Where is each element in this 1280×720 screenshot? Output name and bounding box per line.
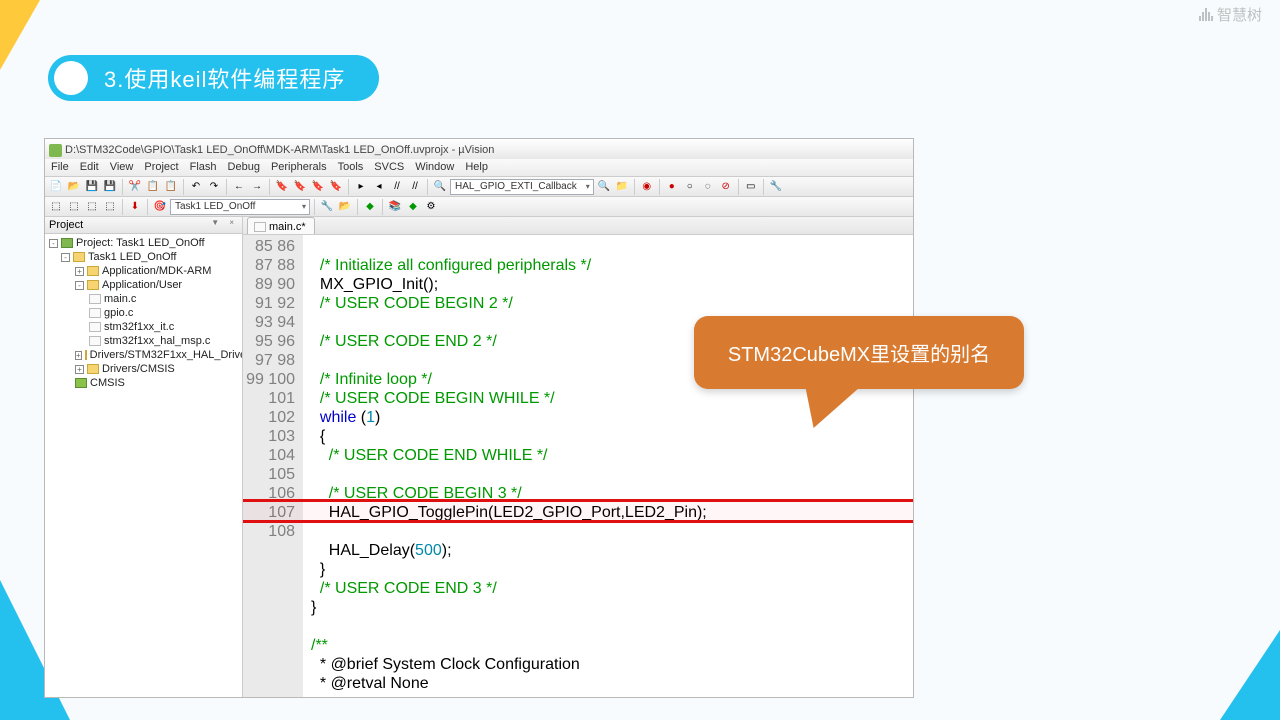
callout-tail xyxy=(786,386,862,428)
menu-help[interactable]: Help xyxy=(465,161,488,176)
indent-icon[interactable]: ▸ xyxy=(353,179,369,195)
find-next-icon[interactable]: 🔍 xyxy=(596,179,612,195)
tree-file-mspc[interactable]: stm32f1xx_hal_msp.c xyxy=(47,334,242,348)
menu-tools[interactable]: Tools xyxy=(338,161,364,176)
menu-flash[interactable]: Flash xyxy=(190,161,217,176)
bookmark-clear-icon[interactable]: 🔖 xyxy=(328,179,344,195)
code-content[interactable]: /* Initialize all configured peripherals… xyxy=(303,235,913,697)
copy-icon[interactable]: 📋 xyxy=(145,179,161,195)
menu-window[interactable]: Window xyxy=(415,161,454,176)
tree-file-gpioc[interactable]: gpio.c xyxy=(47,306,242,320)
tree-group-hal[interactable]: +Drivers/STM32F1xx_HAL_Driver xyxy=(47,348,242,362)
bookmark-icon[interactable]: 🔖 xyxy=(274,179,290,195)
undo-icon[interactable]: ↶ xyxy=(188,179,204,195)
bookmark-prev-icon[interactable]: 🔖 xyxy=(292,179,308,195)
tab-label: main.c* xyxy=(269,221,306,233)
download-icon[interactable]: ⬇ xyxy=(127,199,143,215)
editor-tab-mainc[interactable]: main.c* xyxy=(247,217,315,234)
menu-view[interactable]: View xyxy=(110,161,134,176)
pack-installer-icon[interactable]: ◆ xyxy=(405,199,421,215)
editor: main.c* 85 86 87 88 89 90 91 92 93 94 95… xyxy=(243,217,913,697)
toolbar-1: 📄 📂 💾 💾 ✂️ 📋 📋 ↶ ↷ ← → 🔖 🔖 🔖 🔖 ▸ ◂ // //… xyxy=(45,177,913,197)
rebuild-icon[interactable]: ⬚ xyxy=(84,199,100,215)
build-icon[interactable]: ⬚ xyxy=(66,199,82,215)
target-combo[interactable]: Task1 LED_OnOff xyxy=(170,199,310,215)
corner-accent-tl xyxy=(0,0,40,70)
project-panel[interactable]: Project -Project: Task1 LED_OnOff -Task1… xyxy=(45,217,243,697)
tree-group-cmsis2[interactable]: CMSIS xyxy=(47,376,242,390)
tree-group-cmsis[interactable]: +Drivers/CMSIS xyxy=(47,362,242,376)
window-title: D:\STM32Code\GPIO\Task1 LED_OnOff\MDK-AR… xyxy=(65,144,494,156)
toolbar-2: ⬚ ⬚ ⬚ ⬚ ⬇ 🎯 Task1 LED_OnOff 🔧 📂 ◆ 📚 ◆ ⚙ xyxy=(45,197,913,217)
title-bar[interactable]: D:\STM32Code\GPIO\Task1 LED_OnOff\MDK-AR… xyxy=(45,139,913,159)
tree-group-user[interactable]: -Application/User xyxy=(47,278,242,292)
find-combo[interactable]: HAL_GPIO_EXTI_Callback xyxy=(450,179,594,195)
watermark: 智慧树 xyxy=(1199,4,1262,25)
find-icon[interactable]: 🔍 xyxy=(432,179,448,195)
nav-back-icon[interactable]: ← xyxy=(231,179,247,195)
tree-target[interactable]: -Task1 LED_OnOff xyxy=(47,250,242,264)
comment-icon[interactable]: // xyxy=(389,179,405,195)
project-tree[interactable]: -Project: Task1 LED_OnOff -Task1 LED_OnO… xyxy=(45,234,242,697)
menu-peripherals[interactable]: Peripherals xyxy=(271,161,327,176)
slide-header: 3.使用keil软件编程程序 xyxy=(48,55,379,101)
bookmark-next-icon[interactable]: 🔖 xyxy=(310,179,326,195)
new-icon[interactable]: 📄 xyxy=(48,179,64,195)
save-icon[interactable]: 💾 xyxy=(84,179,100,195)
header-dot xyxy=(54,61,88,95)
breakpoint-icon[interactable]: ● xyxy=(664,179,680,195)
window-layout-icon[interactable]: ▭ xyxy=(743,179,759,195)
breakpoint-toggle-icon[interactable]: ○ xyxy=(682,179,698,195)
editor-tabstrip: main.c* xyxy=(243,217,913,235)
callout-text: STM32CubeMX里设置的别名 xyxy=(728,344,990,366)
options-icon[interactable]: 🔧 xyxy=(319,199,335,215)
configure-icon[interactable]: ⚙ xyxy=(423,199,439,215)
find-in-files-icon[interactable]: 📁 xyxy=(614,179,630,195)
books-icon[interactable]: 📚 xyxy=(387,199,403,215)
translate-icon[interactable]: ⬚ xyxy=(48,199,64,215)
file-ext-icon[interactable]: 📂 xyxy=(337,199,353,215)
toolbox-icon[interactable]: 🔧 xyxy=(768,179,784,195)
code-area[interactable]: 85 86 87 88 89 90 91 92 93 94 95 96 97 9… xyxy=(243,235,913,697)
line-gutter: 85 86 87 88 89 90 91 92 93 94 95 96 97 9… xyxy=(243,235,303,697)
corner-accent-br xyxy=(1220,630,1280,720)
slide-title: 3.使用keil软件编程程序 xyxy=(104,62,345,94)
redo-icon[interactable]: ↷ xyxy=(206,179,222,195)
menu-bar[interactable]: File Edit View Project Flash Debug Perip… xyxy=(45,159,913,177)
tree-file-mainc[interactable]: main.c xyxy=(47,292,242,306)
menu-project[interactable]: Project xyxy=(144,161,178,176)
manage-rte-icon[interactable]: ◆ xyxy=(362,199,378,215)
tree-root[interactable]: -Project: Task1 LED_OnOff xyxy=(47,236,242,250)
open-icon[interactable]: 📂 xyxy=(66,179,82,195)
file-icon xyxy=(254,222,266,232)
watermark-bars-icon xyxy=(1199,8,1213,21)
tree-group-mdkarm[interactable]: +Application/MDK-ARM xyxy=(47,264,242,278)
callout: STM32CubeMX里设置的别名 xyxy=(694,316,1024,431)
highlight-box xyxy=(243,499,913,523)
cut-icon[interactable]: ✂️ xyxy=(127,179,143,195)
outdent-icon[interactable]: ◂ xyxy=(371,179,387,195)
menu-debug[interactable]: Debug xyxy=(228,161,260,176)
uncomment-icon[interactable]: // xyxy=(407,179,423,195)
batch-build-icon[interactable]: ⬚ xyxy=(102,199,118,215)
callout-box: STM32CubeMX里设置的别名 xyxy=(694,316,1024,389)
paste-icon[interactable]: 📋 xyxy=(163,179,179,195)
save-all-icon[interactable]: 💾 xyxy=(102,179,118,195)
target-options-icon[interactable]: 🎯 xyxy=(152,199,168,215)
menu-edit[interactable]: Edit xyxy=(80,161,99,176)
nav-fwd-icon[interactable]: → xyxy=(249,179,265,195)
menu-file[interactable]: File xyxy=(51,161,69,176)
menu-svcs[interactable]: SVCS xyxy=(374,161,404,176)
debug-icon[interactable]: ◉ xyxy=(639,179,655,195)
app-icon xyxy=(49,144,62,157)
breakpoint-disable-icon[interactable]: ◌ xyxy=(700,179,716,195)
breakpoint-kill-icon[interactable]: ⊘ xyxy=(718,179,734,195)
project-panel-title: Project xyxy=(45,217,242,234)
tree-file-itc[interactable]: stm32f1xx_it.c xyxy=(47,320,242,334)
watermark-text: 智慧树 xyxy=(1217,4,1262,25)
